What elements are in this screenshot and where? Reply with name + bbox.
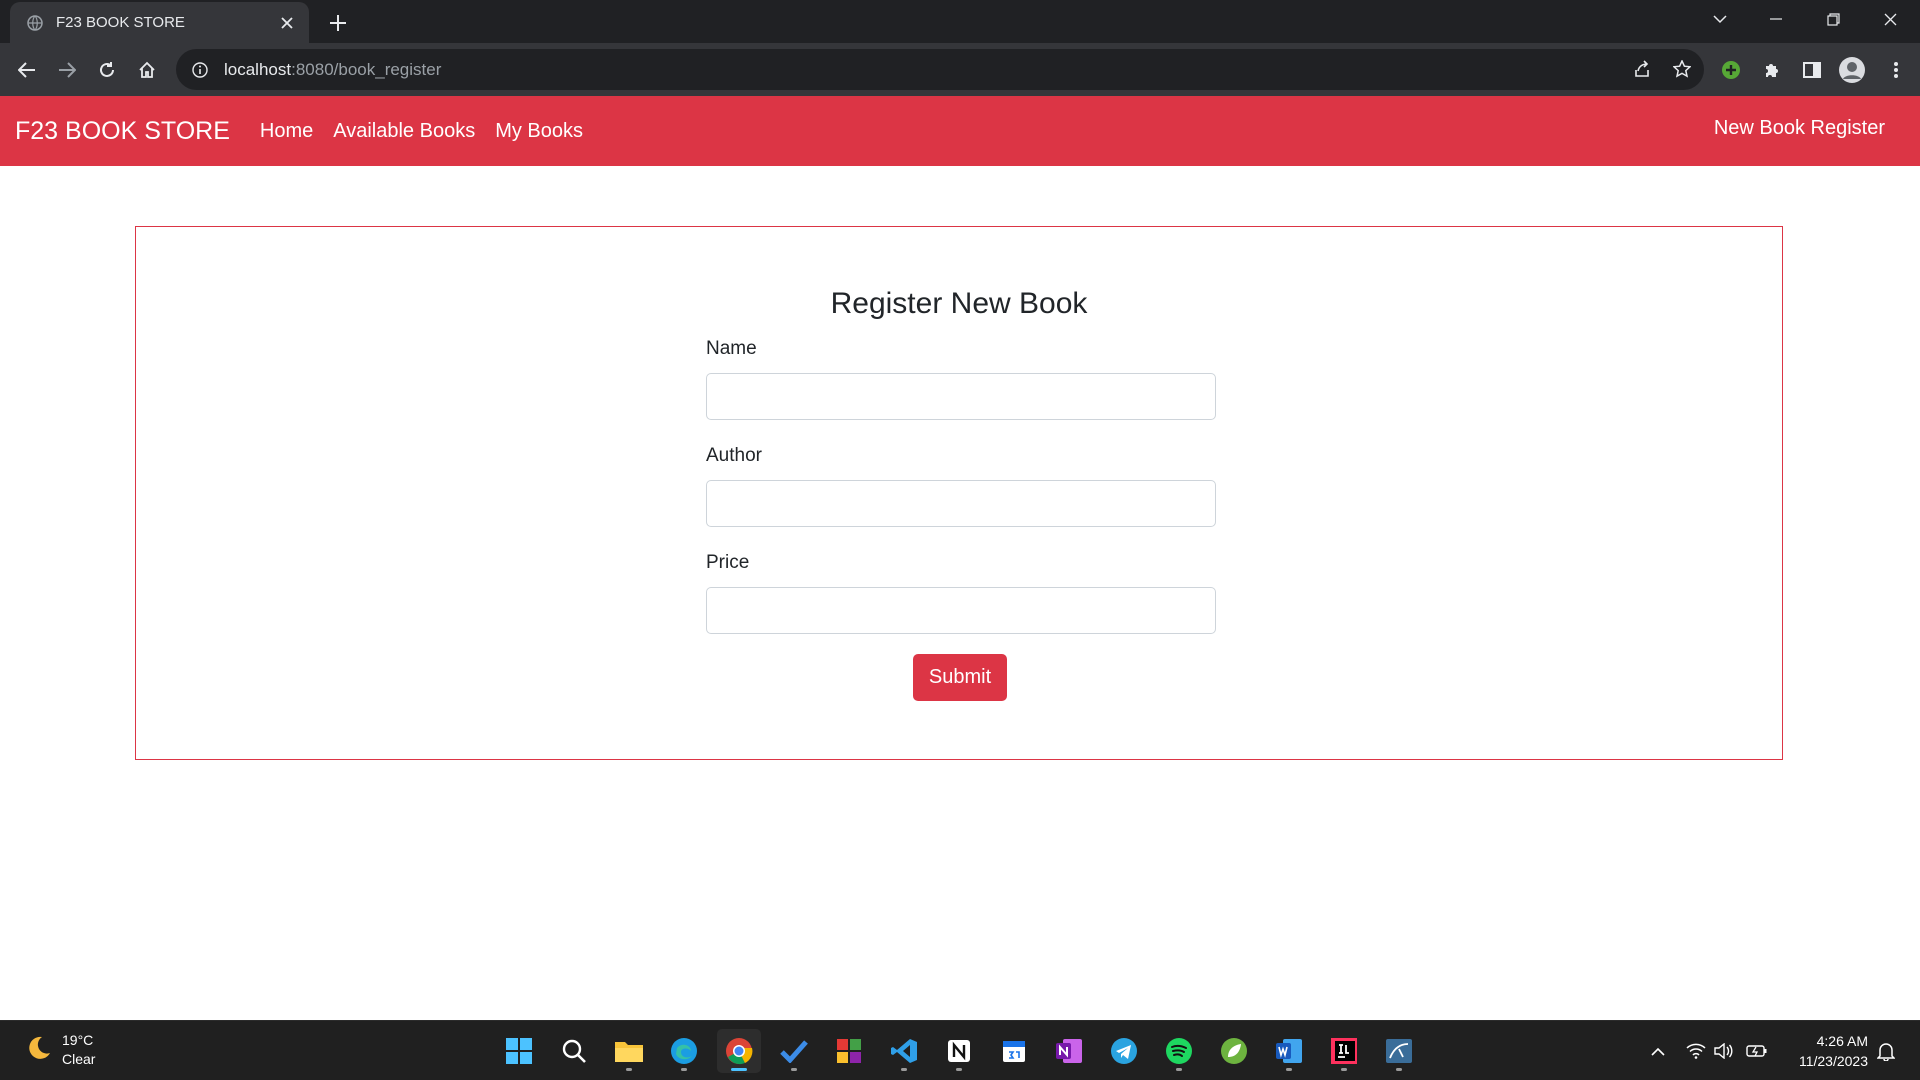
reload-icon[interactable] [91, 54, 123, 86]
back-icon[interactable] [11, 54, 43, 86]
running-indicator [731, 1068, 747, 1071]
weather-desc: Clear [62, 1051, 96, 1067]
running-indicator [1341, 1068, 1347, 1071]
word-icon[interactable] [1267, 1029, 1311, 1073]
register-form-card: Register New Book Name Author Price Subm… [135, 226, 1783, 760]
running-indicator [1286, 1068, 1292, 1071]
search-icon[interactable] [552, 1029, 596, 1073]
nav-link-new-book-register[interactable]: New Book Register [1714, 117, 1885, 140]
share-icon[interactable] [1626, 53, 1658, 85]
moon-icon [24, 1034, 52, 1067]
browser-toolbar: localhost:8080/book_register [0, 43, 1920, 96]
volume-icon[interactable] [1712, 1039, 1736, 1063]
side-panel-icon[interactable] [1796, 54, 1828, 86]
navbar-brand[interactable]: F23 BOOK STORE [15, 117, 230, 146]
profile-avatar[interactable] [1836, 54, 1868, 86]
running-indicator [791, 1068, 797, 1071]
chrome-icon[interactable] [717, 1029, 761, 1073]
extension-green-icon[interactable] [1715, 54, 1747, 86]
running-indicator [1176, 1068, 1182, 1071]
battery-icon[interactable] [1745, 1039, 1769, 1063]
clock-time: 4:26 AM [1816, 1033, 1868, 1049]
notification-bell-icon[interactable] [1874, 1039, 1898, 1063]
name-label: Name [706, 338, 757, 359]
clock-date: 11/23/2023 [1798, 1053, 1868, 1069]
home-icon[interactable] [131, 54, 163, 86]
price-input[interactable] [706, 587, 1216, 634]
url-host: localhost [224, 59, 292, 79]
weather-temp: 19°C [62, 1032, 94, 1048]
author-input[interactable] [706, 480, 1216, 527]
todo-icon[interactable] [772, 1029, 816, 1073]
bookmark-star-icon[interactable] [1666, 53, 1698, 85]
address-bar[interactable]: localhost:8080/book_register [176, 49, 1704, 90]
new-tab-icon[interactable] [324, 9, 352, 37]
name-input[interactable] [706, 373, 1216, 420]
author-label: Author [706, 445, 762, 466]
form-title: Register New Book [830, 287, 1088, 320]
system-clock[interactable]: 4:26 AM 11/23/2023 [1799, 1031, 1868, 1071]
calendar-icon[interactable] [992, 1029, 1036, 1073]
running-indicator [956, 1068, 962, 1071]
site-info-icon[interactable] [190, 60, 210, 80]
running-indicator [681, 1068, 687, 1071]
close-window-icon[interactable] [1862, 0, 1918, 38]
intellij-icon[interactable] [1322, 1029, 1366, 1073]
browser-tabstrip: F23 BOOK STORE [0, 0, 1920, 43]
spring-icon[interactable] [1212, 1029, 1256, 1073]
url-path: :8080/book_register [291, 59, 442, 79]
globe-icon [26, 14, 44, 32]
nav-link-home[interactable]: Home [260, 120, 313, 143]
nav-link-available-books[interactable]: Available Books [333, 120, 475, 143]
forward-icon[interactable] [51, 54, 83, 86]
browser-tab[interactable]: F23 BOOK STORE [10, 2, 309, 43]
onenote-icon[interactable] [1047, 1029, 1091, 1073]
chevron-up-icon[interactable] [1646, 1039, 1670, 1063]
running-indicator [1396, 1068, 1402, 1071]
nav-link-my-books[interactable]: My Books [495, 120, 583, 143]
extensions-puzzle-icon[interactable] [1756, 54, 1788, 86]
minimize-icon[interactable] [1748, 0, 1804, 38]
tab-title: F23 BOOK STORE [56, 14, 185, 31]
start-icon[interactable] [497, 1029, 541, 1073]
mysql-workbench-icon[interactable] [1377, 1029, 1421, 1073]
spotify-icon[interactable] [1157, 1029, 1201, 1073]
app-navbar: F23 BOOK STORE Home Available Books My B… [0, 96, 1920, 166]
price-label: Price [706, 552, 750, 573]
running-indicator [626, 1068, 632, 1071]
telegram-icon[interactable] [1102, 1029, 1146, 1073]
more-menu-icon[interactable] [1880, 54, 1912, 86]
url-text: localhost:8080/book_register [224, 60, 441, 80]
windows-taskbar: 19°C Clear 4:26 AM 11/23/2023 [0, 1020, 1920, 1080]
wifi-icon[interactable] [1684, 1039, 1708, 1063]
app-icon[interactable] [827, 1029, 871, 1073]
notion-icon[interactable] [937, 1029, 981, 1073]
weather-widget[interactable]: 19°C Clear [24, 1031, 95, 1069]
file-explorer-icon[interactable] [607, 1029, 651, 1073]
close-tab-icon[interactable] [275, 11, 299, 35]
tab-search-icon[interactable] [1692, 0, 1748, 38]
running-indicator [901, 1068, 907, 1071]
edge-icon[interactable] [662, 1029, 706, 1073]
vscode-icon[interactable] [882, 1029, 926, 1073]
submit-button[interactable]: Submit [913, 654, 1007, 701]
restore-icon[interactable] [1805, 0, 1861, 38]
